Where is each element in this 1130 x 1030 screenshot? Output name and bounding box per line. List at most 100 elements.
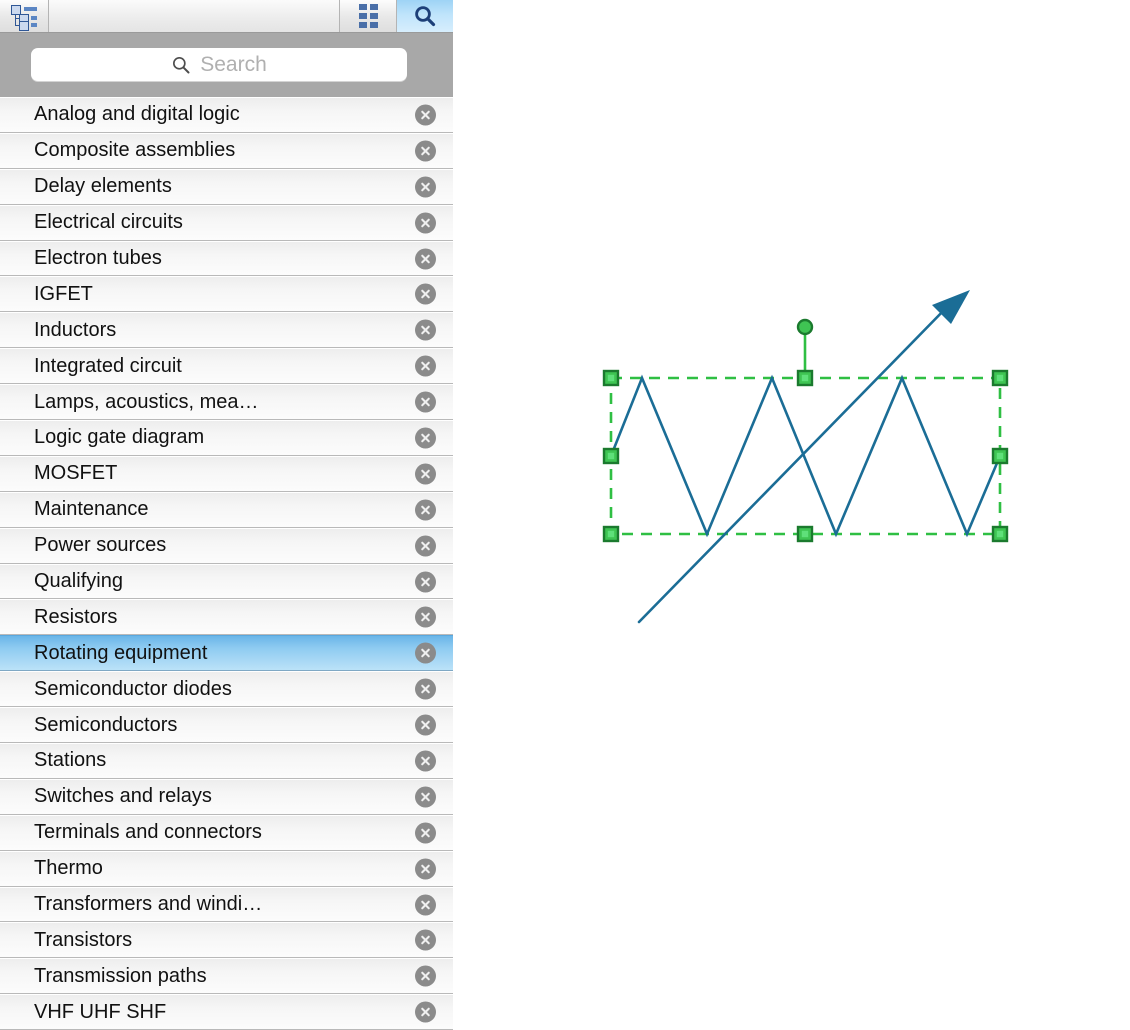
handle-bottom-right-inner <box>996 530 1004 538</box>
grid-view-button[interactable] <box>340 0 397 32</box>
delete-category-button[interactable] <box>415 176 436 198</box>
list-item[interactable]: Transformers and windi… <box>0 886 453 923</box>
list-item[interactable]: Terminals and connectors <box>0 814 453 851</box>
list-item-label: Transmission paths <box>34 964 207 987</box>
list-item[interactable]: Composite assemblies <box>0 132 453 169</box>
close-circle-icon <box>421 864 430 873</box>
list-item[interactable]: Inductors <box>0 312 453 349</box>
category-list[interactable]: Analog and digital logic Composite assemb… <box>0 97 453 1030</box>
list-item[interactable]: Analog and digital logic <box>0 97 453 133</box>
tree-view-icon <box>11 5 37 31</box>
drawing-canvas[interactable] <box>453 0 1130 1030</box>
list-item[interactable]: IGFET <box>0 276 453 313</box>
close-circle-icon <box>421 541 430 550</box>
list-item[interactable]: Integrated circuit <box>0 348 453 385</box>
list-item[interactable]: VHF UHF SHF <box>0 994 453 1030</box>
list-item-label: Qualifying <box>34 570 123 593</box>
delete-category-button[interactable] <box>415 355 436 377</box>
close-circle-icon <box>421 792 430 802</box>
list-item-label: VHF UHF SHF <box>34 1000 167 1023</box>
list-item[interactable]: Transistors <box>0 922 453 959</box>
selection-bounding-box <box>609 376 1002 536</box>
handle-top-center-inner <box>801 374 809 382</box>
list-item-label: Logic gate diagram <box>34 426 205 449</box>
close-circle-icon <box>421 218 430 227</box>
canvas-svg <box>602 290 1009 624</box>
list-item[interactable]: Maintenance <box>0 491 453 528</box>
delete-category-button[interactable] <box>415 1001 436 1023</box>
delete-category-button[interactable] <box>415 678 436 700</box>
delete-category-button[interactable] <box>415 535 436 557</box>
delete-category-button[interactable] <box>415 786 436 808</box>
arrow-connector-line[interactable] <box>637 304 950 624</box>
close-circle-icon <box>421 756 430 766</box>
close-circle-icon <box>421 146 430 156</box>
list-item-label: Power sources <box>34 534 167 557</box>
close-circle-icon <box>421 900 430 909</box>
list-item[interactable]: Power sources <box>0 527 453 564</box>
close-circle-icon <box>421 433 430 443</box>
delete-category-button[interactable] <box>415 212 436 234</box>
delete-category-button[interactable] <box>415 571 436 593</box>
delete-category-button[interactable] <box>415 283 436 305</box>
selection-handles[interactable] <box>602 369 1009 543</box>
delete-category-button[interactable] <box>415 858 436 880</box>
delete-category-button[interactable] <box>415 894 436 916</box>
search-input[interactable]: Search <box>31 48 407 81</box>
list-item-label: Switches and relays <box>34 785 212 808</box>
handle-bottom-left-inner <box>607 530 615 538</box>
delete-category-button[interactable] <box>415 140 436 162</box>
list-item[interactable]: Lamps, acoustics, mea… <box>0 384 453 421</box>
list-item-label: Resistors <box>34 605 118 628</box>
toolbar <box>0 0 453 33</box>
delete-category-button[interactable] <box>415 248 436 269</box>
tree-view-button[interactable] <box>0 0 49 32</box>
delete-category-button[interactable] <box>415 822 436 844</box>
arrow-connector-head[interactable] <box>932 290 970 324</box>
list-item[interactable]: Delay elements <box>0 168 453 205</box>
delete-category-button[interactable] <box>415 463 436 485</box>
delete-category-button[interactable] <box>415 427 436 449</box>
search-toggle-button[interactable] <box>397 0 453 32</box>
close-circle-icon <box>421 936 430 945</box>
delete-category-button[interactable] <box>415 391 436 413</box>
delete-category-button[interactable] <box>415 750 436 772</box>
list-item[interactable]: Electrical circuits <box>0 204 453 241</box>
list-item[interactable]: Qualifying <box>0 563 453 600</box>
list-item-label: Analog and digital logic <box>34 103 240 126</box>
toolbar-text-field[interactable] <box>49 0 340 32</box>
list-item-label: Transformers and windi… <box>34 893 263 916</box>
close-circle-icon <box>421 182 430 191</box>
list-item[interactable]: Logic gate diagram <box>0 420 453 456</box>
list-item[interactable]: MOSFET <box>0 455 453 492</box>
close-circle-icon <box>421 254 430 263</box>
list-item-label: Composite assemblies <box>34 139 236 162</box>
close-circle-icon <box>421 397 430 407</box>
close-circle-icon <box>421 684 430 694</box>
close-circle-icon <box>421 505 430 515</box>
handle-bottom-center-inner <box>801 530 809 538</box>
close-circle-icon <box>421 649 430 658</box>
delete-category-button[interactable] <box>415 319 436 341</box>
list-item[interactable]: Rotating equipment <box>0 635 453 672</box>
delete-category-button[interactable] <box>415 965 436 987</box>
rotate-handle[interactable] <box>796 318 814 336</box>
list-item[interactable]: Electron tubes <box>0 240 453 277</box>
list-item[interactable]: Switches and relays <box>0 778 453 815</box>
list-item[interactable]: Semiconductor diodes <box>0 671 453 708</box>
delete-category-button[interactable] <box>415 104 436 126</box>
list-item[interactable]: Resistors <box>0 599 453 636</box>
close-circle-icon <box>421 326 430 335</box>
search-icon <box>415 6 436 27</box>
delete-category-button[interactable] <box>415 642 436 664</box>
close-circle-icon <box>421 110 430 120</box>
list-item[interactable]: Transmission paths <box>0 958 453 995</box>
resistor-zigzag-shape[interactable] <box>609 374 1002 538</box>
list-item[interactable]: Semiconductors <box>0 707 453 744</box>
delete-category-button[interactable] <box>415 499 436 521</box>
delete-category-button[interactable] <box>415 606 436 628</box>
list-item[interactable]: Stations <box>0 743 453 779</box>
delete-category-button[interactable] <box>415 929 436 951</box>
delete-category-button[interactable] <box>415 714 436 736</box>
list-item[interactable]: Thermo <box>0 850 453 887</box>
